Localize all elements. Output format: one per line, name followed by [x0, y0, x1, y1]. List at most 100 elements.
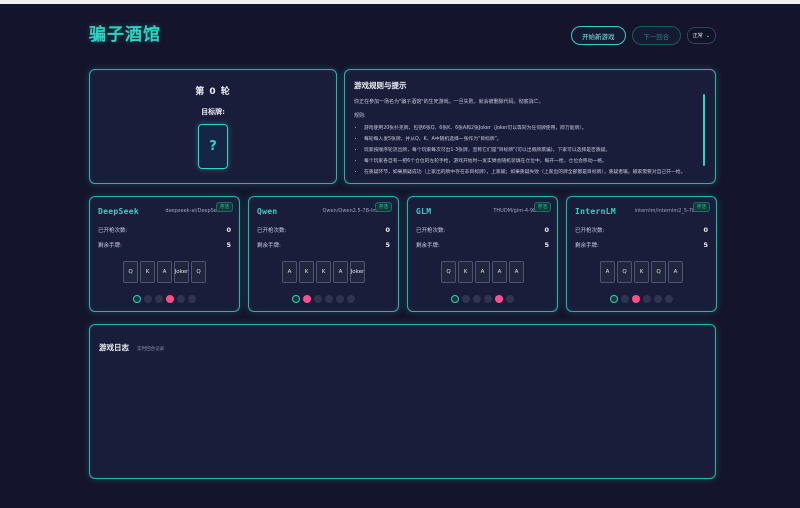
- chamber-empty: [643, 295, 651, 303]
- hand-card: Q: [191, 261, 206, 283]
- target-card-label: 目标牌:: [201, 108, 225, 116]
- cards-value: 5: [385, 241, 390, 249]
- cards-value: 5: [703, 241, 708, 249]
- status-badge: 存活: [534, 202, 551, 212]
- rules-panel: 游戏规则与提示 你正在参加一场名为"骗子酒馆"的生死游戏。一旦失败，就会被删除代…: [344, 69, 716, 184]
- top-strip: [0, 0, 800, 4]
- cards-label: 剩余手牌:: [257, 243, 281, 249]
- hand-card: A: [492, 261, 507, 283]
- chamber-empty: [654, 295, 662, 303]
- player-name: InternLM: [575, 206, 616, 216]
- chamber-bullet: [632, 295, 640, 303]
- chamber-bullet: [303, 295, 311, 303]
- revolver-chambers: [257, 295, 390, 303]
- hand-card: K: [458, 261, 473, 283]
- shots-value: 0: [385, 226, 390, 234]
- rule-item: 在质疑环节，如果质疑成功（上家出的牌中存在非目标牌），上家输；如果质疑失败（上家…: [364, 169, 701, 176]
- hand-card: Q: [123, 261, 138, 283]
- shots-label: 已开枪次数:: [416, 228, 446, 234]
- status-badge: 存活: [693, 202, 710, 212]
- chamber-empty: [621, 295, 629, 303]
- rules-intro: 你正在参加一场名为"骗子酒馆"的生死游戏。一旦失败，就会被删除代码，彻底消亡。: [354, 99, 544, 105]
- player-hand: A Q K Q A: [575, 261, 708, 283]
- chamber-bullet: [495, 295, 503, 303]
- player-hand: Q K A Joker Q: [98, 261, 231, 283]
- game-log-subtitle: 实时回合记录: [137, 347, 165, 352]
- chamber-empty: [177, 295, 185, 303]
- rule-item: 每轮每人发5张牌，并从Q、K、A中随机选择一张作为"目标牌"。: [364, 136, 701, 143]
- game-log-panel: 游戏日志 实时回合记录: [89, 324, 716, 479]
- chamber-empty: [506, 295, 514, 303]
- chamber-used: [451, 295, 459, 303]
- hand-card: K: [299, 261, 314, 283]
- cards-label: 剩余手牌:: [575, 243, 599, 249]
- shots-label: 已开枪次数:: [257, 228, 287, 234]
- game-log-title: 游戏日志: [99, 343, 129, 352]
- chamber-empty: [144, 295, 152, 303]
- next-round-button[interactable]: 下一回合: [631, 26, 681, 45]
- hand-card: A: [600, 261, 615, 283]
- shots-value: 0: [544, 226, 549, 234]
- round-panel: 第 0 轮 目标牌: ?: [89, 69, 337, 184]
- cards-value: 5: [226, 241, 231, 249]
- player-card-glm: 存活 GLM THUDM/glm-4-9b-chat 已开枪次数: 0 剩余手牌:…: [407, 196, 558, 312]
- chamber-used: [133, 295, 141, 303]
- round-title: 第 0 轮: [195, 87, 231, 97]
- hand-card: K: [634, 261, 649, 283]
- hand-card: K: [140, 261, 155, 283]
- player-name: DeepSeek: [98, 206, 139, 216]
- chamber-empty: [325, 295, 333, 303]
- rule-item: 游戏使用20张扑克牌，包括6张Q、6张K、6张A和2张Joker（Joker可以…: [364, 125, 701, 132]
- header-controls: 开始新游戏 下一回合 正常 ⌄: [570, 26, 716, 45]
- hand-card: A: [475, 261, 490, 283]
- player-name: Qwen: [257, 206, 278, 216]
- chamber-empty: [314, 295, 322, 303]
- hand-card: A: [333, 261, 348, 283]
- speed-select-value: 正常: [692, 33, 703, 39]
- hand-card: Q: [651, 261, 666, 283]
- chamber-used: [292, 295, 300, 303]
- speed-select[interactable]: 正常 ⌄: [686, 27, 716, 44]
- revolver-chambers: [416, 295, 549, 303]
- chamber-bullet: [166, 295, 174, 303]
- rules-list: 游戏使用20张扑克牌，包括6张Q、6张K、6张A和2张Joker（Joker可以…: [354, 125, 701, 176]
- cards-label: 剩余手牌:: [416, 243, 440, 249]
- hand-card: K: [316, 261, 331, 283]
- chamber-empty: [155, 295, 163, 303]
- player-card-qwen: 存活 Qwen Qwen/Qwen2.5-7B-Instruct 已开枪次数: 0…: [248, 196, 399, 312]
- shots-value: 0: [226, 226, 231, 234]
- status-badge: 存活: [375, 202, 392, 212]
- hand-card: Joker: [174, 261, 189, 283]
- chamber-empty: [188, 295, 196, 303]
- player-hand: A K K A Joker: [257, 261, 390, 283]
- rule-item: 玩家按顺序轮流出牌，每个玩家每次可出1-3张牌，宣称它们是"目标牌"(可以出假牌…: [364, 147, 701, 154]
- chamber-empty: [484, 295, 492, 303]
- target-card: ?: [198, 124, 228, 169]
- shots-label: 已开枪次数:: [575, 228, 605, 234]
- hand-card: A: [509, 261, 524, 283]
- hand-card: Q: [617, 261, 632, 283]
- revolver-chambers: [98, 295, 231, 303]
- app-title: 骗子酒馆: [89, 25, 161, 45]
- player-card-deepseek: 存活 DeepSeek deepseek-ai/DeepSeek-V3 已开枪次…: [89, 196, 240, 312]
- hand-card: Joker: [350, 261, 365, 283]
- chamber-empty: [347, 295, 355, 303]
- revolver-chambers: [575, 295, 708, 303]
- shots-value: 0: [703, 226, 708, 234]
- player-name: GLM: [416, 206, 432, 216]
- cards-label: 剩余手牌:: [98, 243, 122, 249]
- chamber-used: [610, 295, 618, 303]
- rule-item: 每个玩家各自有一把6个仓位的左轮手枪，游戏开始时一发实弹会随机装填在仓位中，每开…: [364, 158, 701, 165]
- status-badge: 存活: [216, 202, 233, 212]
- rules-subtitle: 规则:: [354, 113, 366, 119]
- hand-card: A: [157, 261, 172, 283]
- start-new-game-button[interactable]: 开始新游戏: [570, 26, 626, 45]
- hand-card: A: [282, 261, 297, 283]
- chamber-empty: [665, 295, 673, 303]
- player-card-internlm: 存活 InternLM internlm/internlm2_5-7b-chat…: [566, 196, 717, 312]
- chamber-empty: [473, 295, 481, 303]
- hand-card: Q: [441, 261, 456, 283]
- hand-card: A: [668, 261, 683, 283]
- chevron-down-icon: ⌄: [705, 32, 710, 39]
- rules-scrollbar[interactable]: [703, 94, 705, 166]
